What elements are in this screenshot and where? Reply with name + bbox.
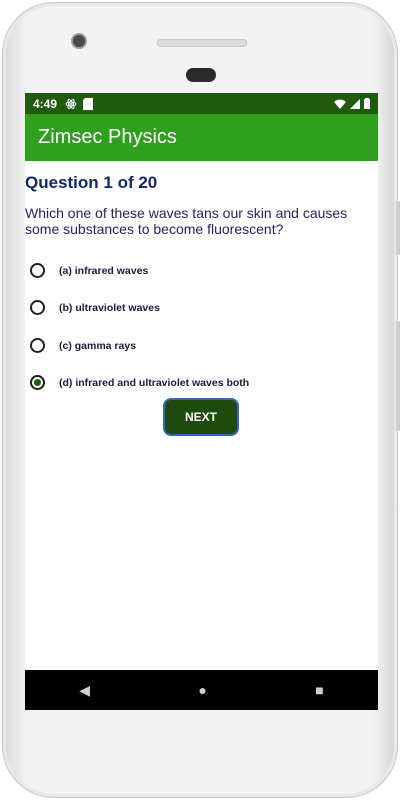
option-b-label: (b) ultraviolet waves	[59, 301, 160, 314]
radio-a[interactable]	[30, 263, 45, 278]
power-button	[396, 321, 400, 431]
signal-icon	[350, 98, 360, 109]
option-c-label: (c) gamma rays	[59, 339, 137, 352]
radio-d-selected[interactable]	[30, 375, 45, 390]
screen: 4:49 Zimsec Physics Question 1 of 20 Whi…	[25, 93, 378, 710]
volume-button	[396, 201, 400, 255]
status-right-icons	[334, 98, 370, 109]
next-button[interactable]: NEXT	[163, 398, 239, 436]
camera-icon	[71, 33, 87, 49]
question-text: Which one of these waves tans our skin a…	[25, 205, 348, 237]
radio-c[interactable]	[30, 338, 45, 353]
back-icon[interactable]: ◀	[79, 682, 90, 699]
sd-card-icon	[83, 97, 94, 110]
status-time: 4:49	[33, 96, 58, 111]
status-bar: 4:49	[25, 93, 378, 114]
option-d[interactable]: (d) infrared and ultraviolet waves both	[30, 375, 249, 390]
option-c[interactable]: (c) gamma rays	[30, 338, 136, 353]
radio-b[interactable]	[30, 300, 45, 315]
option-a[interactable]: (a) infrared waves	[30, 263, 148, 278]
app-bar: Zimsec Physics	[25, 114, 378, 161]
option-a-label: (a) infrared waves	[59, 264, 149, 277]
sensor	[186, 68, 216, 82]
wifi-icon	[334, 99, 346, 109]
speaker-grille	[157, 39, 247, 47]
status-left-icons	[65, 97, 94, 110]
navigation-bar: ◀ ● ■	[25, 670, 378, 710]
option-d-label: (d) infrared and ultraviolet waves both	[59, 376, 250, 389]
battery-icon	[364, 98, 370, 109]
option-b[interactable]: (b) ultraviolet waves	[30, 300, 160, 315]
home-icon[interactable]: ●	[198, 682, 206, 698]
atom-icon	[65, 98, 77, 109]
phone-frame: 4:49 Zimsec Physics Question 1 of 20 Whi…	[2, 2, 400, 798]
recents-icon[interactable]: ■	[315, 682, 323, 698]
question-counter: Question 1 of 20	[25, 173, 158, 192]
app-title: Zimsec Physics	[38, 126, 177, 148]
